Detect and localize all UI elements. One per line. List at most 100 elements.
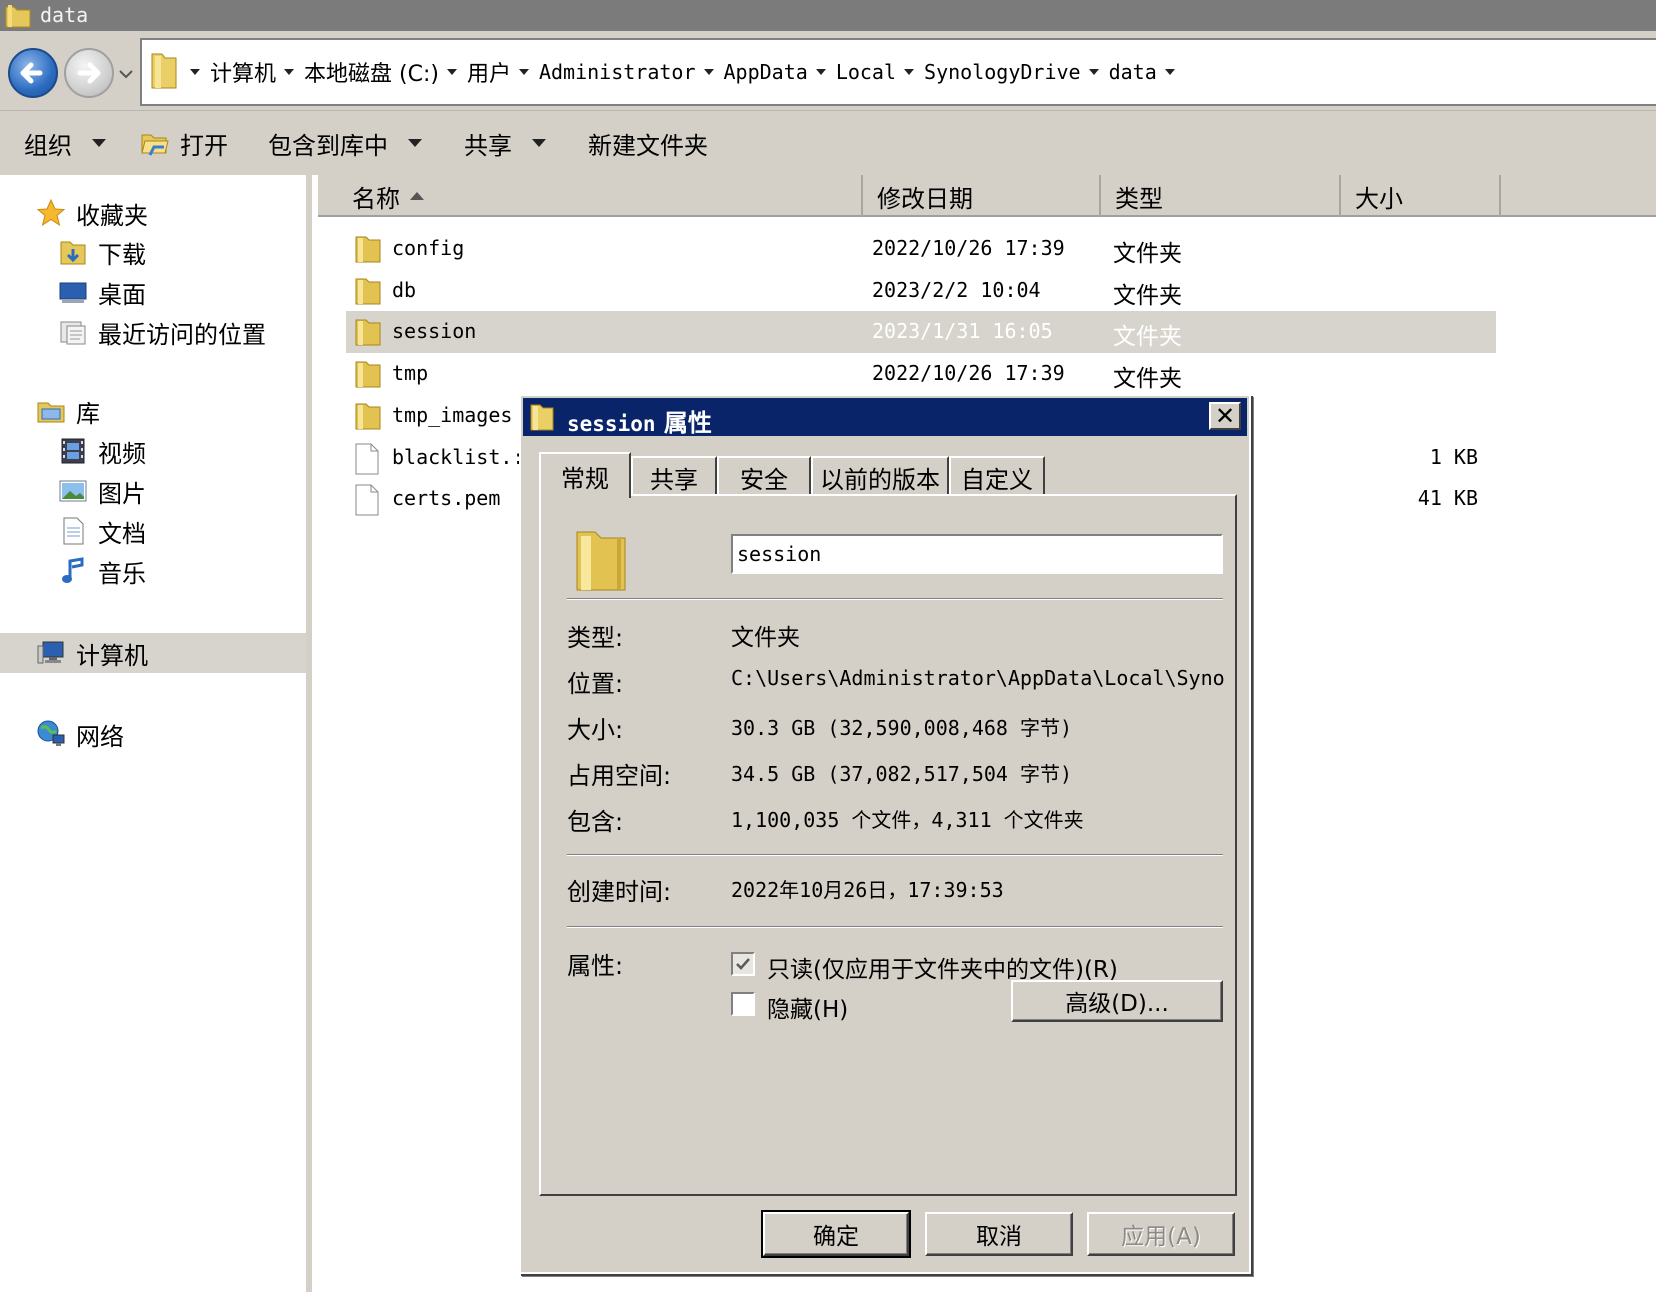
apply-button-label: 应用(A): [1121, 1224, 1201, 1250]
tab-security-label: 安全: [740, 465, 788, 494]
dialog-title-bar[interactable]: session 属性 ✕: [523, 398, 1247, 438]
tab-general-label: 常规: [561, 464, 609, 493]
column-header-size[interactable]: 大小: [1341, 175, 1501, 217]
nav-documents[interactable]: 文档: [58, 511, 146, 551]
breadcrumb-item[interactable]: 计算机: [182, 56, 276, 88]
command-bar: 组织 打开 包含到库中 共享 新建文件夹: [0, 111, 1656, 175]
open-button[interactable]: 打开: [140, 127, 228, 160]
location-label: 位置:: [567, 670, 624, 698]
contains-value: 1,100,035 个文件，4,311 个文件夹: [731, 808, 1084, 832]
breadcrumb-chevron-icon[interactable]: [518, 69, 529, 75]
nav-libraries[interactable]: 库: [36, 391, 100, 431]
breadcrumb-label: 计算机: [210, 62, 277, 87]
folder-icon: [354, 234, 382, 268]
chevron-down-icon: [119, 70, 133, 79]
breadcrumb-chevron-icon[interactable]: [1088, 69, 1099, 75]
tab-sharing[interactable]: 共享: [631, 456, 717, 496]
readonly-checkbox[interactable]: [731, 952, 755, 976]
nav-videos[interactable]: 视频: [58, 431, 146, 471]
breadcrumb-items: 计算机 本地磁盘 (C:) 用户 Administrator AppData Local S…: [182, 40, 1185, 104]
breadcrumb-item[interactable]: Local: [808, 60, 896, 84]
dropdown-arrow-icon: [408, 139, 422, 147]
recent-pages-dropdown[interactable]: [118, 65, 134, 84]
file-row[interactable]: db 2023/2/2 10:04 文件夹: [346, 270, 1496, 312]
column-header-name[interactable]: 名称: [318, 175, 863, 217]
nav-music[interactable]: 音乐: [58, 551, 146, 591]
nav-pictures[interactable]: 图片: [58, 471, 146, 511]
file-name: db: [392, 277, 417, 302]
checkmark-icon: [736, 958, 750, 970]
picture-icon: [58, 476, 88, 506]
attributes-label: 属性:: [567, 952, 624, 980]
folder-icon: [354, 276, 382, 310]
breadcrumb-chevron-icon[interactable]: [815, 69, 826, 75]
file-name: certs.pem: [392, 486, 501, 511]
divider: [567, 598, 1223, 600]
breadcrumb-item[interactable]: [1157, 69, 1185, 75]
breadcrumb-item[interactable]: Administrator: [511, 60, 696, 84]
new-folder-button[interactable]: 新建文件夹: [588, 127, 708, 160]
dialog-title: session 属性: [567, 403, 712, 438]
apply-button[interactable]: 应用(A): [1087, 1212, 1235, 1256]
breadcrumb-chevron-icon[interactable]: [446, 69, 457, 75]
file-date: 2023/1/31 16:05: [872, 319, 1053, 344]
open-label: 打开: [180, 131, 228, 160]
breadcrumb-item[interactable]: SynologyDrive: [896, 60, 1081, 84]
breadcrumb[interactable]: 计算机 本地磁盘 (C:) 用户 Administrator AppData Local S…: [140, 38, 1656, 106]
breadcrumb-chevron-icon[interactable]: [190, 69, 200, 75]
tab-customize[interactable]: 自定义: [949, 456, 1045, 496]
file-type: 文件夹: [1113, 282, 1182, 309]
ok-button[interactable]: 确定: [761, 1210, 911, 1258]
nav-network[interactable]: 网络: [36, 714, 124, 754]
dialog-close-button[interactable]: ✕: [1209, 402, 1241, 430]
tab-security[interactable]: 安全: [717, 456, 811, 496]
organize-menu[interactable]: 组织: [24, 127, 106, 160]
window-title: data: [40, 3, 89, 27]
nav-desktop[interactable]: 桌面: [58, 272, 146, 312]
breadcrumb-item[interactable]: 本地磁盘 (C:): [276, 56, 439, 88]
cancel-button[interactable]: 取消: [925, 1212, 1073, 1256]
back-button[interactable]: [8, 48, 58, 98]
readonly-label: 只读(仅应用于文件夹中的文件)(R): [767, 957, 1118, 983]
breadcrumb-chevron-icon[interactable]: [904, 69, 915, 75]
file-size: 41 KB: [1417, 486, 1478, 511]
breadcrumb-chevron-icon[interactable]: [1164, 69, 1175, 75]
column-name-label: 名称: [352, 184, 400, 213]
nav-computer-label: 计算机: [76, 641, 148, 670]
breadcrumb-label: SynologyDrive: [924, 60, 1081, 84]
share-menu[interactable]: 共享: [464, 127, 546, 160]
tab-general[interactable]: 常规: [539, 452, 631, 498]
nav-downloads[interactable]: 下载: [58, 232, 146, 272]
breadcrumb-chevron-icon[interactable]: [703, 69, 714, 75]
folder-icon: [354, 317, 382, 351]
size-value: 30.3 GB (32,590,008,468 字节): [731, 716, 1073, 740]
forward-button[interactable]: [64, 48, 114, 98]
column-header-type[interactable]: 类型: [1101, 175, 1341, 217]
folder-name-input[interactable]: [731, 534, 1223, 574]
hidden-checkbox[interactable]: [731, 992, 755, 1016]
file-row[interactable]: tmp 2022/10/26 17:39 文件夹: [346, 353, 1496, 395]
breadcrumb-item[interactable]: 用户: [439, 56, 511, 88]
breadcrumb-chevron-icon[interactable]: [284, 69, 295, 75]
file-type: 文件夹: [1113, 324, 1182, 351]
include-in-library-menu[interactable]: 包含到库中: [268, 127, 422, 160]
nav-desktop-label: 桌面: [98, 280, 146, 309]
film-icon: [58, 436, 88, 466]
network-icon: [36, 719, 66, 749]
tab-customize-label: 自定义: [961, 465, 1033, 494]
recent-places-icon: [58, 317, 88, 347]
breadcrumb-label: 用户: [466, 62, 511, 87]
advanced-button[interactable]: 高级(D)...: [1011, 980, 1223, 1022]
column-header-date[interactable]: 修改日期: [863, 175, 1101, 217]
file-row[interactable]: session 2023/1/31 16:05 文件夹: [346, 311, 1496, 354]
nav-computer[interactable]: 计算机: [36, 633, 148, 673]
nav-favorites[interactable]: 收藏夹: [36, 193, 148, 233]
file-row[interactable]: config 2022/10/26 17:39 文件夹: [346, 228, 1496, 270]
breadcrumb-item[interactable]: data: [1081, 60, 1157, 84]
breadcrumb-item[interactable]: AppData: [696, 60, 808, 84]
nav-recent-places[interactable]: 最近访问的位置: [58, 312, 266, 352]
breadcrumb-label: Local: [835, 60, 897, 84]
tab-sharing-label: 共享: [650, 465, 698, 494]
nav-downloads-label: 下载: [98, 240, 146, 269]
tab-previous-versions[interactable]: 以前的版本: [811, 456, 949, 496]
